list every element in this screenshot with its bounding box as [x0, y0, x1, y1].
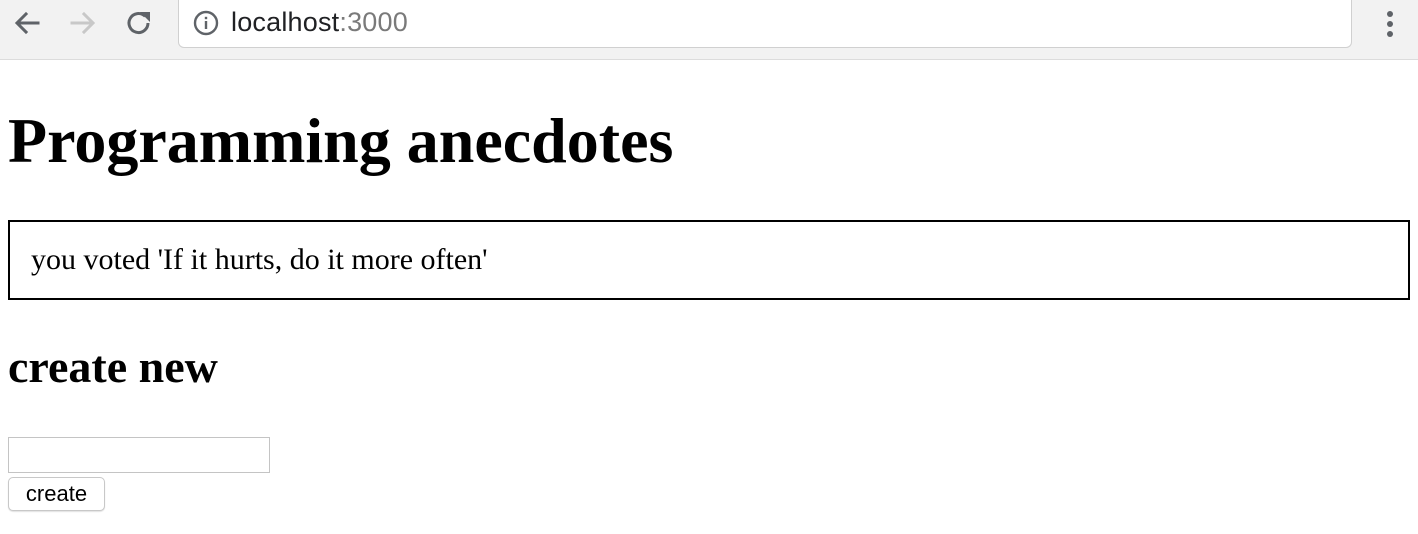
- page-content: Programming anecdotes you voted 'If it h…: [0, 61, 1418, 534]
- arrow-right-icon: [70, 11, 96, 35]
- arrow-left-icon: [14, 11, 40, 35]
- anecdote-input[interactable]: [8, 437, 270, 473]
- browser-menu-button[interactable]: [1374, 6, 1406, 42]
- url-host: localhost: [231, 7, 340, 37]
- url-text: localhost:3000: [231, 7, 408, 38]
- kebab-menu-icon: [1387, 11, 1393, 37]
- browser-toolbar: localhost:3000: [0, 0, 1418, 60]
- back-button[interactable]: [10, 6, 44, 40]
- forward-button[interactable]: [66, 6, 100, 40]
- url-port: :3000: [339, 7, 408, 37]
- create-button[interactable]: create: [8, 477, 105, 511]
- notification-box: you voted 'If it hurts, do it more often…: [8, 220, 1410, 300]
- address-bar[interactable]: localhost:3000: [178, 0, 1352, 48]
- info-icon[interactable]: [193, 10, 219, 36]
- create-new-heading: create new: [8, 341, 218, 392]
- reload-button[interactable]: [122, 6, 156, 40]
- notification-text: you voted 'If it hurts, do it more often…: [31, 243, 488, 276]
- reload-icon: [127, 12, 150, 35]
- page-title: Programming anecdotes: [8, 105, 674, 176]
